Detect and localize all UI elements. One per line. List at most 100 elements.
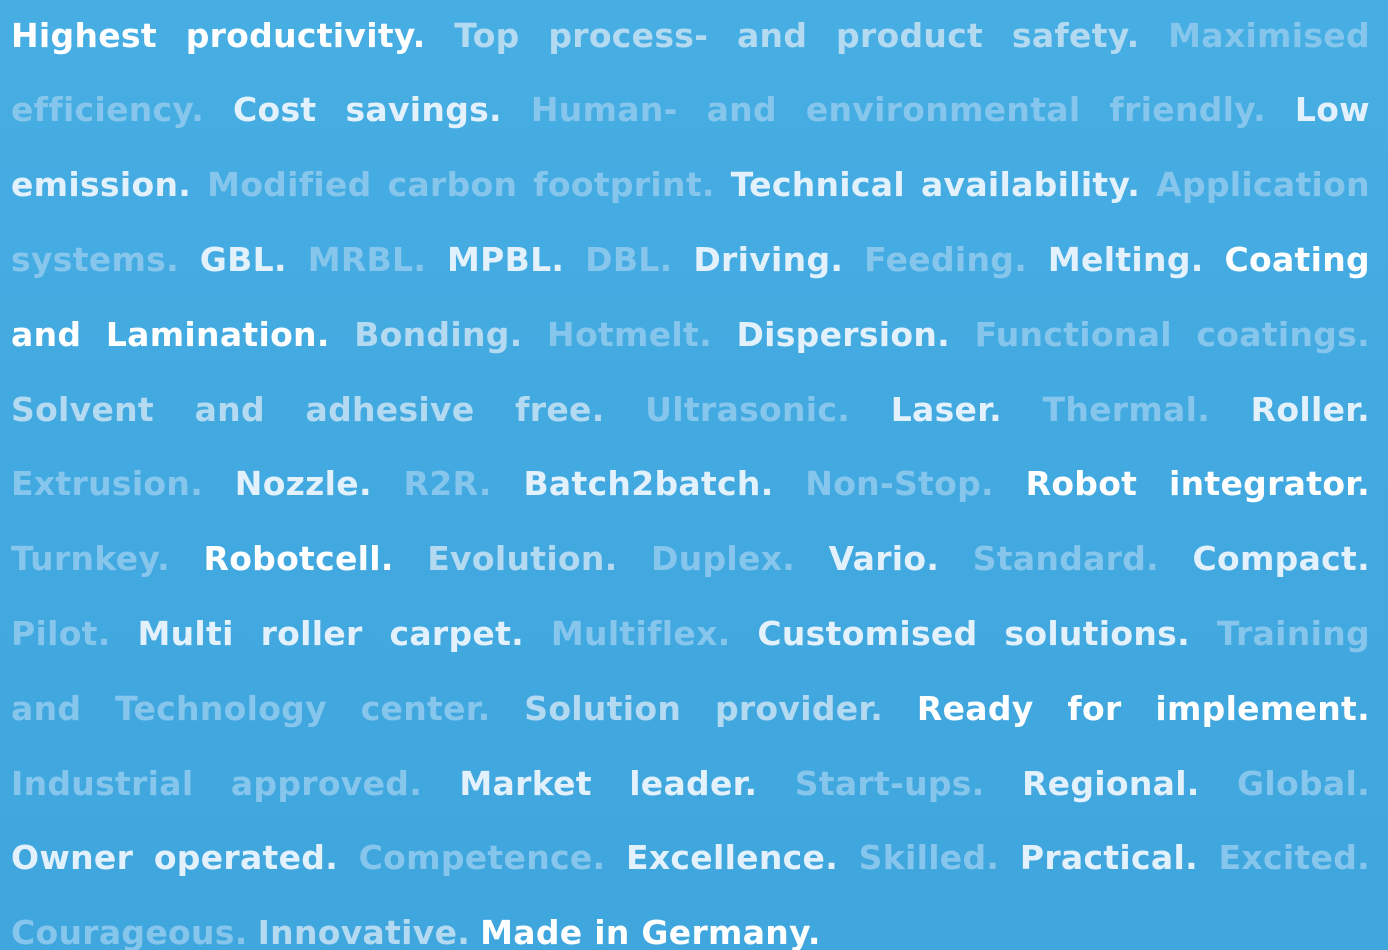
phrase: for (1067, 688, 1122, 728)
phrase: MRBL. (307, 239, 427, 279)
phrase: Solvent (11, 389, 155, 429)
phrase: Modified (207, 165, 372, 205)
phrase: Coating (1224, 239, 1370, 279)
phrase: GBL. (199, 239, 287, 279)
phrase: Human- (530, 90, 678, 130)
text-line-7: Extrusion. Nozzle. R2R. Batch2batch. Non-Sto… (11, 446, 1370, 521)
phrase: Multi (137, 613, 234, 653)
phrase: Innovative. (257, 913, 471, 950)
phrase: Feeding. (864, 239, 1028, 279)
phrase: and (706, 90, 777, 130)
phrase: Courageous. (11, 913, 248, 950)
phrase: Batch2batch. (523, 464, 774, 504)
phrase: Multiflex. (550, 613, 731, 653)
phrase: approved. (230, 763, 423, 803)
phrase: efficiency. (11, 90, 205, 130)
text-line-5: and Lamination. Bonding. Hotmelt. Dispersion… (11, 297, 1370, 372)
phrase: savings. (345, 90, 502, 130)
phrase: implement. (1155, 688, 1370, 728)
phrase: Made in Germany. (480, 913, 821, 950)
phrase: Top (454, 15, 520, 55)
phrase: center. (360, 688, 491, 728)
text-line-1: Highest productivity. Top process-and produc… (11, 0, 1370, 73)
phrase: leader. (629, 763, 758, 803)
phrase: Application (1156, 165, 1370, 205)
phrase: and (11, 688, 82, 728)
phrase: Robot (1025, 464, 1138, 504)
phrase: Technical (730, 165, 905, 205)
phrase: availability. (920, 165, 1141, 205)
word-cloud-poster: Highest productivity. Top process-and produc… (0, 0, 1388, 950)
phrase: friendly. (1109, 90, 1266, 130)
phrase: Compact. (1192, 539, 1370, 579)
phrase: Bonding. (354, 314, 523, 354)
text-line-4: systems. GBL. MRBL. MPBL. DBL. Driving. Feedin… (11, 222, 1370, 297)
phrase: Non-Stop. (805, 464, 994, 504)
phrase: Training (1216, 613, 1370, 653)
phrase: Cost (233, 90, 317, 130)
phrase: DBL. (585, 239, 673, 279)
phrase: Practical. (1019, 838, 1198, 878)
phrase: Lamination. (105, 314, 330, 354)
phrase: integrator. (1169, 464, 1370, 504)
text-line-8: Turnkey. Robotcell. Evolution. Duplex. Vario… (11, 521, 1370, 596)
phrase: product (836, 15, 984, 55)
phrase: operated. (153, 838, 339, 878)
phrase: process- (548, 15, 709, 55)
phrase: Roller. (1250, 389, 1370, 429)
phrase: Robotcell. (203, 539, 394, 579)
phrase: carpet. (389, 613, 525, 653)
text-line-9: Pilot. Multi roller carpet. Multiflex. Custom… (11, 596, 1370, 671)
phrase: systems. (11, 239, 179, 279)
phrase: Start-ups. (794, 763, 985, 803)
text-line-13: Courageous. Innovative. Made in Germany. (11, 895, 1370, 950)
phrase: Hotmelt. (547, 314, 712, 354)
phrase: Driving. (693, 239, 844, 279)
phrase: Skilled. (858, 838, 1000, 878)
phrase: MPBL. (447, 239, 565, 279)
phrase: Excited. (1218, 838, 1370, 878)
phrase: free. (515, 389, 605, 429)
phrase: Ready (916, 688, 1034, 728)
text-line-10: and Technology center. Solution provider. Rea… (11, 671, 1370, 746)
phrase: emission. (11, 165, 192, 205)
phrase: Functional (974, 314, 1172, 354)
text-line-11: Industrial approved. Market leader. Start-up… (11, 746, 1370, 821)
phrase: productivity. (185, 15, 426, 55)
phrase: provider. (714, 688, 884, 728)
phrase: solutions. (1004, 613, 1190, 653)
phrase: Owner (11, 838, 134, 878)
phrase: footprint. (533, 165, 715, 205)
phrase: Nozzle. (234, 464, 372, 504)
phrase: and (194, 389, 265, 429)
phrase: Competence. (358, 838, 606, 878)
phrase: Industrial (11, 763, 194, 803)
phrase: and (736, 15, 808, 55)
phrase: Maximised (1168, 15, 1370, 55)
phrase: Global. (1237, 763, 1370, 803)
text-line-6: Solvent and adhesive free. Ultrasonic. Laser.… (11, 372, 1370, 447)
phrase: coatings. (1196, 314, 1370, 354)
phrase: Technology (115, 688, 327, 728)
phrase: Highest (11, 15, 157, 55)
phrase: carbon (387, 165, 518, 205)
phrase: environmental (805, 90, 1081, 130)
phrase: Laser. (890, 389, 1002, 429)
phrase: safety. (1011, 15, 1140, 55)
phrase: and (11, 314, 82, 354)
phrase: Dispersion. (736, 314, 951, 354)
phrase: Regional. (1021, 763, 1200, 803)
phrase: Solution (524, 688, 682, 728)
phrase: Thermal. (1042, 389, 1211, 429)
phrase: Customised (757, 613, 978, 653)
phrase: Market (459, 763, 592, 803)
phrase: Pilot. (11, 613, 111, 653)
phrase: roller (260, 613, 363, 653)
phrase: Vario. (828, 539, 940, 579)
text-line-2: efficiency. Cost savings. Human-and environm… (11, 72, 1370, 147)
text-line-12: Owner operated. Competence. Excellence. Skil… (11, 820, 1370, 895)
phrase: Evolution. (427, 539, 618, 579)
phrase: Low (1294, 90, 1370, 130)
phrase: Duplex. (651, 539, 796, 579)
phrase: Standard. (972, 539, 1160, 579)
